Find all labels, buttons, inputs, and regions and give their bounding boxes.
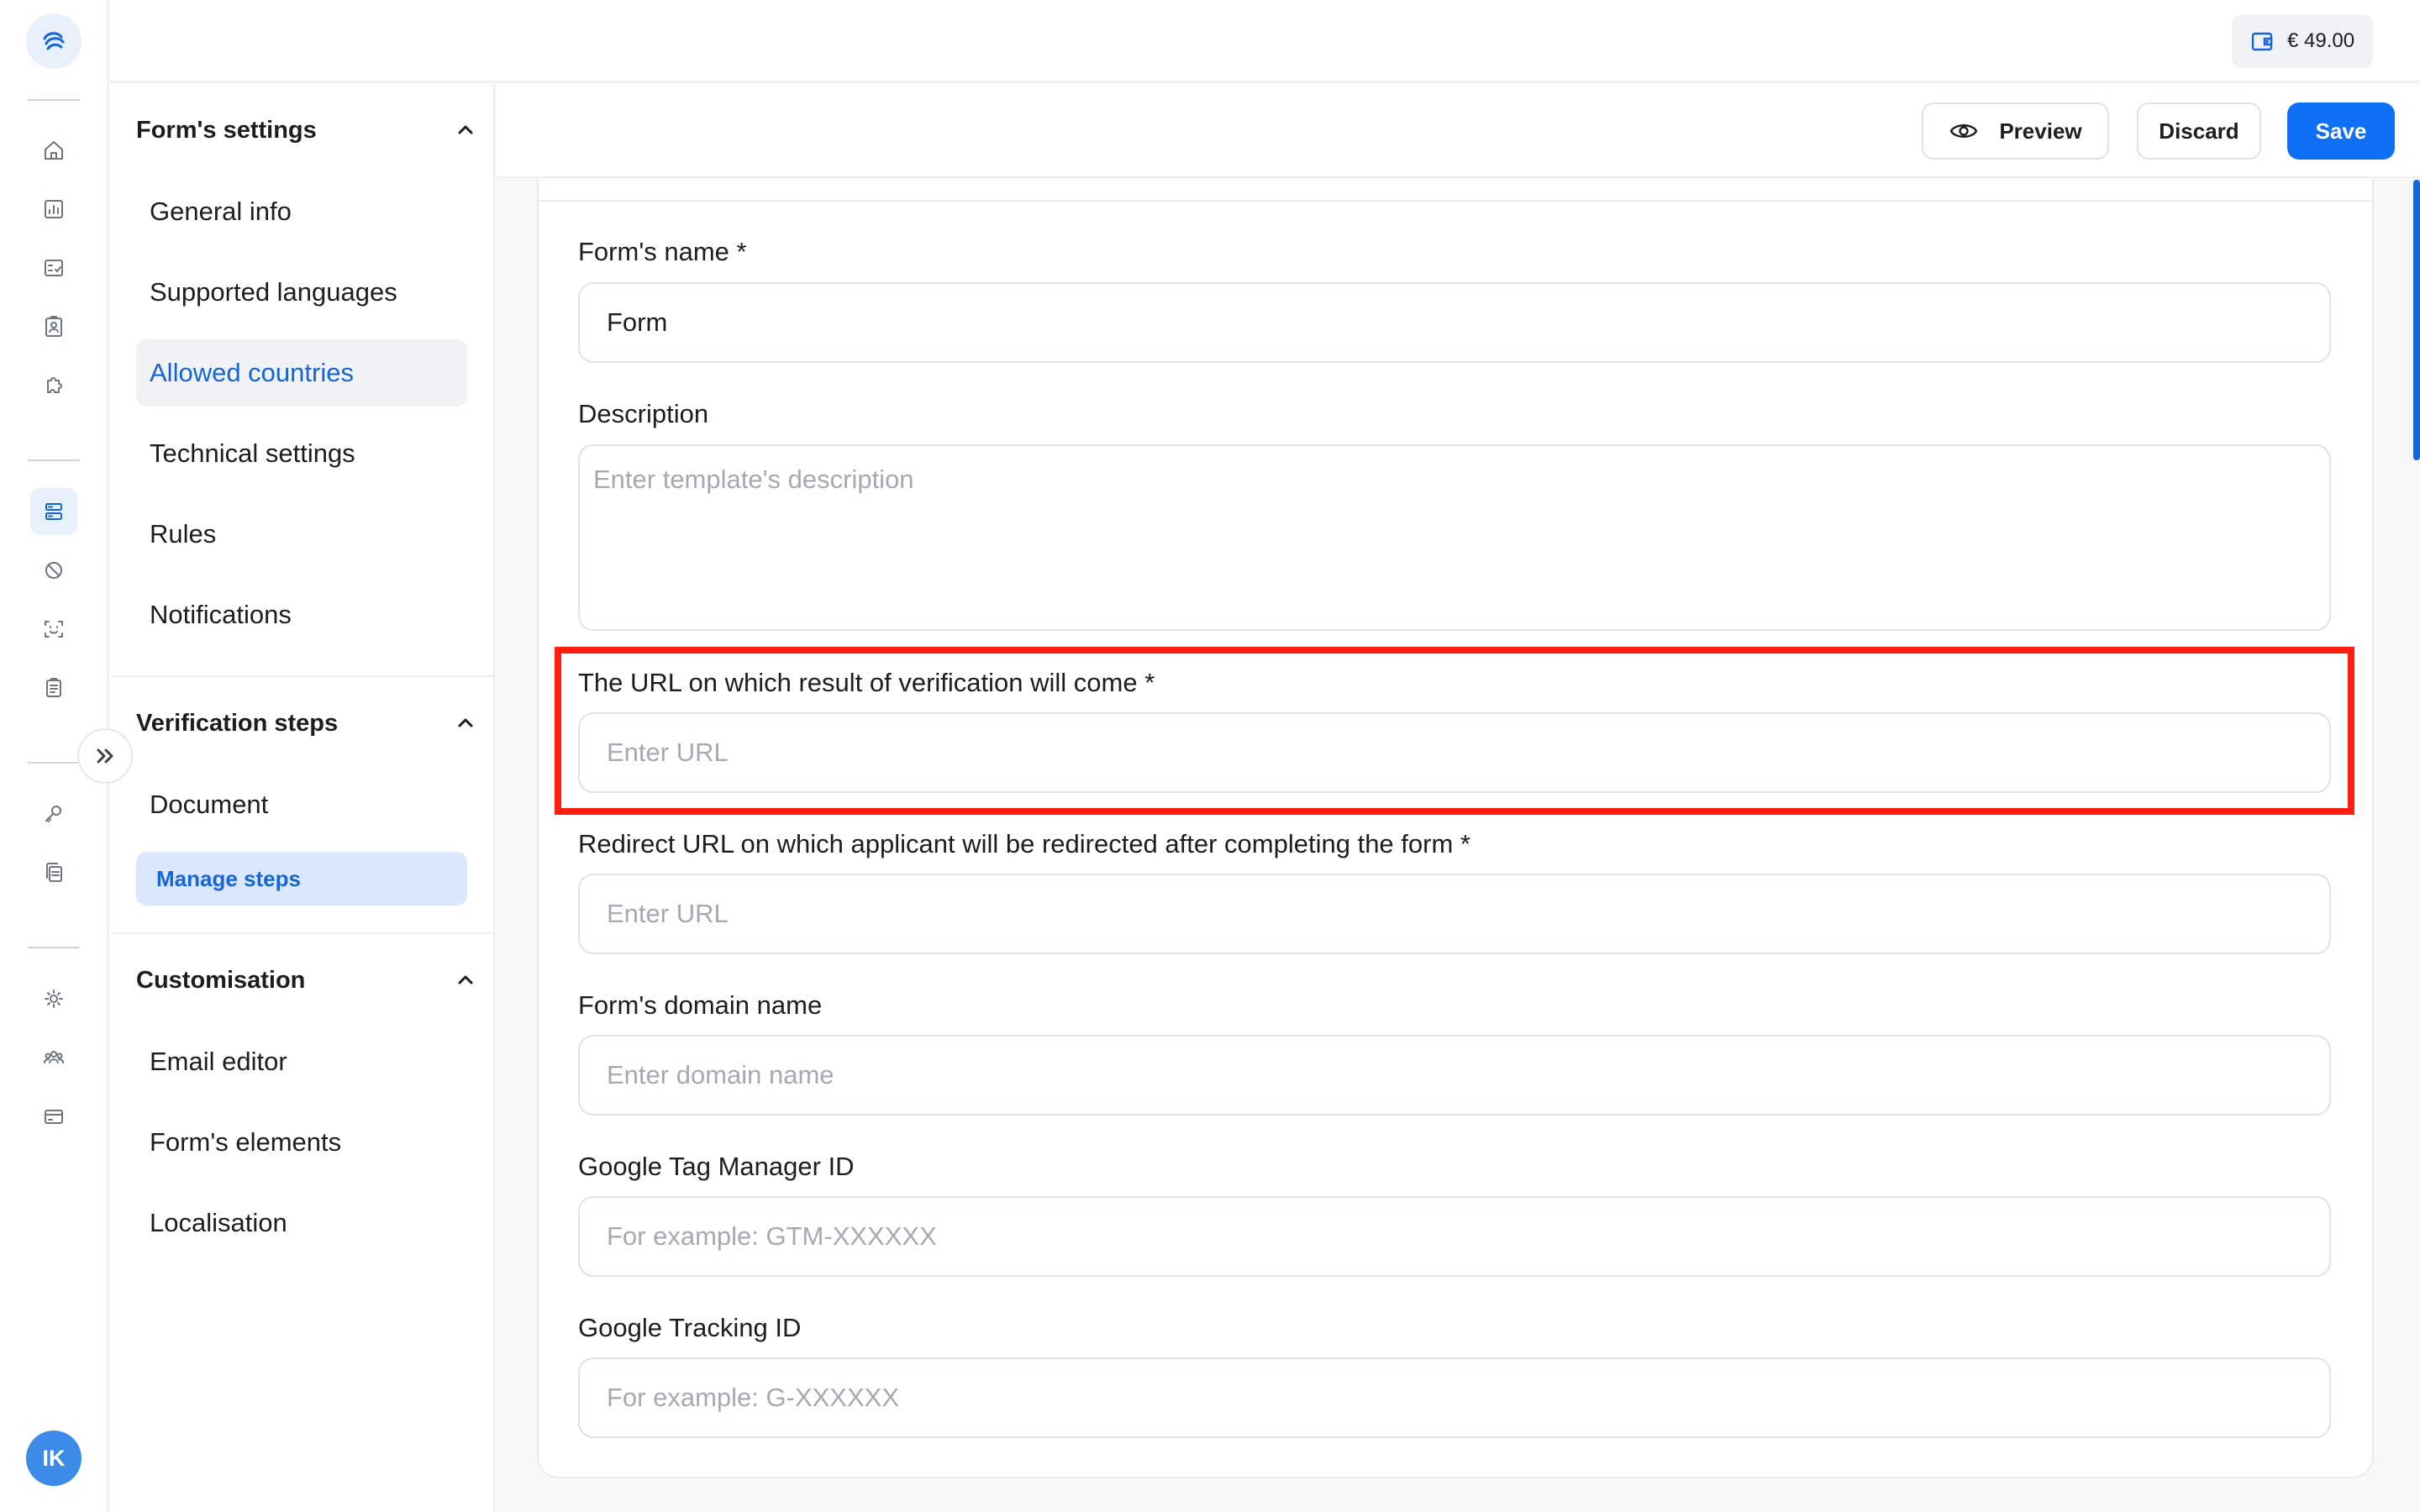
blocked-icon[interactable] — [30, 547, 77, 594]
wallet-icon — [2251, 32, 2273, 51]
redirect-url-input[interactable] — [578, 874, 2331, 954]
nav-item-notifications[interactable]: Notifications — [136, 581, 467, 648]
checklist-icon[interactable] — [30, 244, 77, 291]
result-url-input[interactable] — [578, 712, 2331, 793]
key-icon[interactable] — [30, 790, 77, 837]
rail-divider — [28, 947, 80, 948]
nav-divider — [110, 675, 493, 677]
contact-card-icon[interactable] — [30, 303, 77, 350]
forms-icon[interactable] — [30, 488, 77, 535]
manage-steps-button[interactable]: Manage steps — [136, 852, 467, 906]
content-area: Form's name * Description The URL on whi… — [497, 180, 2420, 1512]
documents-icon[interactable] — [30, 849, 77, 896]
redirect-url-label: Redirect URL on which applicant will be … — [578, 829, 1470, 858]
form-name-label: Form's name * — [578, 237, 747, 266]
section-customisation[interactable]: Customisation — [136, 955, 476, 1005]
gtm-id-label: Google Tag Manager ID — [578, 1152, 855, 1181]
clipboard-icon[interactable] — [30, 664, 77, 711]
nav-item-rules[interactable]: Rules — [136, 501, 467, 568]
chevron-up-icon[interactable] — [455, 119, 476, 141]
nav-item-supported-languages[interactable]: Supported languages — [136, 259, 467, 326]
rail-divider — [28, 99, 80, 101]
balance-amount: € 49.00 — [2287, 29, 2355, 52]
section-title: Form's settings — [136, 116, 317, 144]
domain-name-input[interactable] — [578, 1035, 2331, 1116]
settings-nav: Form's settings General info Supported l… — [110, 84, 495, 1512]
rail-divider — [28, 459, 80, 461]
rail-divider — [28, 762, 80, 764]
domain-name-label: Form's domain name — [578, 990, 823, 1020]
preview-button[interactable]: Preview — [1922, 102, 2109, 160]
form-card: Form's name * Description The URL on whi… — [537, 180, 2374, 1478]
puzzle-icon[interactable] — [30, 362, 77, 409]
analytics-icon[interactable] — [30, 186, 77, 233]
section-title: Customisation — [136, 966, 306, 994]
nav-item-document[interactable]: Document — [136, 771, 467, 838]
avatar[interactable]: IK — [26, 1431, 82, 1486]
nav-item-allowed-countries[interactable]: Allowed countries — [136, 339, 467, 407]
nav-item-email-editor[interactable]: Email editor — [136, 1028, 467, 1095]
nav-divider — [110, 932, 493, 934]
home-icon[interactable] — [30, 127, 77, 174]
nav-item-localisation[interactable]: Localisation — [136, 1189, 467, 1257]
chevrons-right-icon — [97, 748, 113, 764]
action-bar: Preview Discard Save — [497, 84, 2420, 178]
billing-card-icon[interactable] — [30, 1093, 77, 1140]
discard-button[interactable]: Discard — [2137, 102, 2261, 160]
balance-badge[interactable]: € 49.00 — [2232, 14, 2373, 68]
settings-icon[interactable] — [30, 975, 77, 1022]
nav-item-forms-elements[interactable]: Form's elements — [136, 1109, 467, 1176]
card-divider — [539, 200, 2372, 202]
save-button[interactable]: Save — [2287, 102, 2395, 160]
face-scan-icon[interactable] — [30, 606, 77, 653]
result-url-label: The URL on which result of verification … — [578, 668, 1155, 697]
expand-sidebar-button[interactable] — [77, 728, 133, 784]
top-bar: € 49.00 — [110, 0, 2420, 82]
chevron-up-icon[interactable] — [455, 969, 476, 991]
gtm-id-input[interactable] — [578, 1196, 2331, 1277]
chevron-up-icon[interactable] — [455, 712, 476, 734]
tracking-id-label: Google Tracking ID — [578, 1313, 802, 1342]
nav-item-general-info[interactable]: General info — [136, 178, 467, 245]
tracking-id-input[interactable] — [578, 1357, 2331, 1438]
brand-logo-icon[interactable] — [26, 13, 82, 69]
section-title: Verification steps — [136, 709, 339, 737]
form-name-input[interactable] — [578, 282, 2331, 363]
description-label: Description — [578, 399, 709, 428]
scrollbar[interactable] — [2413, 180, 2420, 460]
nav-item-technical-settings[interactable]: Technical settings — [136, 420, 467, 487]
eye-icon — [1950, 124, 1978, 138]
section-forms-settings[interactable]: Form's settings — [136, 105, 476, 155]
section-verification-steps[interactable]: Verification steps — [136, 698, 476, 748]
team-icon[interactable] — [30, 1034, 77, 1081]
description-textarea[interactable] — [578, 444, 2331, 631]
